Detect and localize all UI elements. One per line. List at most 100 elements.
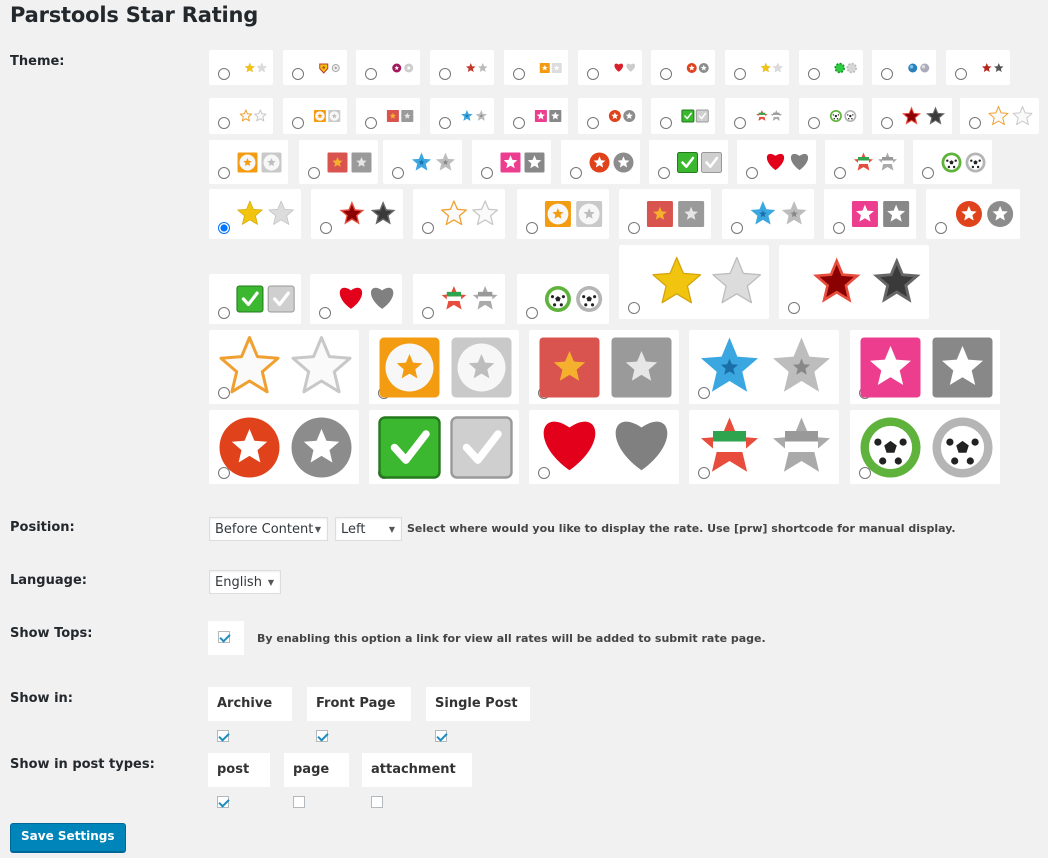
theme-option-blue-medium[interactable] [383, 140, 462, 184]
theme-option-outline-small[interactable] [209, 98, 273, 134]
theme-radio[interactable] [320, 222, 332, 234]
theme-option-ball-xxl[interactable] [850, 410, 1000, 484]
theme-radio[interactable] [422, 307, 434, 319]
theme-option-stars-yellow-large[interactable] [209, 189, 301, 239]
theme-radio[interactable] [808, 117, 820, 129]
theme-option-stars-red-tiny[interactable] [430, 50, 494, 85]
show-in-single-post[interactable]: Single Post [426, 687, 530, 742]
theme-option-circle-orange-medium[interactable] [209, 140, 288, 184]
theme-option-ball-small[interactable] [799, 98, 863, 134]
theme-option-ball-large[interactable] [517, 274, 609, 324]
theme-radio[interactable] [731, 222, 743, 234]
theme-radio[interactable] [218, 222, 230, 234]
theme-option-blue-xxl[interactable] [689, 330, 839, 404]
theme-option-flower-tiny[interactable] [356, 50, 420, 85]
theme-radio[interactable] [969, 117, 981, 129]
theme-option-iran-small[interactable] [725, 98, 789, 134]
theme-option-check-large[interactable] [209, 274, 301, 324]
theme-option-blue-large[interactable] [722, 189, 814, 239]
theme-radio[interactable] [513, 68, 525, 80]
theme-radio[interactable] [218, 307, 230, 319]
theme-radio[interactable] [292, 68, 304, 80]
theme-radio[interactable] [365, 117, 377, 129]
theme-radio[interactable] [881, 68, 893, 80]
theme-radio[interactable] [734, 117, 746, 129]
theme-radio[interactable] [658, 167, 670, 179]
theme-radio[interactable] [218, 117, 230, 129]
post-type-attachment[interactable]: attachment [362, 753, 472, 808]
theme-option-heart-medium[interactable] [737, 140, 816, 184]
show-in-checkbox[interactable] [316, 730, 328, 742]
theme-option-circle-orange-large[interactable] [517, 189, 609, 239]
save-settings-button[interactable]: Save Settings [10, 823, 126, 852]
theme-radio[interactable] [587, 117, 599, 129]
post-type-checkbox[interactable] [371, 796, 383, 808]
align-select[interactable]: Left ▼ [335, 517, 402, 541]
theme-option-outline-large[interactable] [413, 189, 505, 239]
theme-option-stars-dark-tiny[interactable] [946, 50, 1010, 85]
theme-radio[interactable] [587, 68, 599, 80]
theme-option-circle-red-small[interactable] [578, 98, 642, 134]
theme-option-pink-small[interactable] [504, 98, 568, 134]
position-select[interactable]: Before Content ▼ [209, 517, 328, 541]
theme-option-pink-large[interactable] [824, 189, 916, 239]
post-type-post[interactable]: post [208, 753, 270, 808]
theme-radio[interactable] [833, 222, 845, 234]
theme-option-circle-red-large[interactable] [926, 189, 1020, 239]
theme-option-dark-red-large[interactable] [311, 189, 403, 239]
theme-radio[interactable] [660, 68, 672, 80]
theme-option-outline-small[interactable] [960, 98, 1039, 134]
theme-radio[interactable] [628, 302, 640, 314]
theme-radio[interactable] [319, 307, 331, 319]
theme-option-check-small[interactable] [651, 98, 715, 134]
post-type-page[interactable]: page [284, 753, 349, 808]
theme-option-heart-wing-tiny[interactable] [578, 50, 642, 85]
theme-radio[interactable] [935, 222, 947, 234]
theme-radio[interactable] [218, 167, 230, 179]
theme-radio[interactable] [422, 222, 434, 234]
theme-option-circle-red-tiny[interactable] [651, 50, 715, 85]
theme-option-stars-yellow-tiny[interactable] [725, 50, 789, 85]
theme-option-dark-red-xl[interactable] [779, 245, 929, 319]
theme-option-check-medium[interactable] [649, 140, 728, 184]
theme-radio[interactable] [881, 117, 893, 129]
theme-option-check-xxl[interactable] [369, 410, 519, 484]
theme-radio[interactable] [922, 167, 934, 179]
theme-option-square-red-large[interactable] [619, 189, 711, 239]
theme-radio[interactable] [292, 117, 304, 129]
theme-option-stars-yellow-xl[interactable] [619, 245, 769, 319]
show-tops-checkbox[interactable] [218, 631, 230, 643]
theme-radio[interactable] [628, 222, 640, 234]
theme-option-circle-orange-small[interactable] [283, 98, 347, 134]
theme-option-pink-medium[interactable] [472, 140, 551, 184]
theme-option-circle-red-xxl[interactable] [209, 410, 359, 484]
theme-radio[interactable] [218, 68, 230, 80]
theme-radio[interactable] [746, 167, 758, 179]
theme-radio[interactable] [392, 167, 404, 179]
theme-option-square-red-xxl[interactable] [529, 330, 679, 404]
theme-option-dark-red-small[interactable] [872, 98, 952, 134]
theme-option-stars-yellow-tiny[interactable] [209, 50, 273, 85]
theme-option-pink-xxl[interactable] [850, 330, 1000, 404]
theme-option-iran-large[interactable] [413, 274, 505, 324]
theme-option-square-red-small[interactable] [356, 98, 420, 134]
post-type-checkbox[interactable] [217, 796, 229, 808]
theme-radio[interactable] [526, 222, 538, 234]
theme-option-circle-orange-xxl[interactable] [369, 330, 519, 404]
theme-option-heart-xxl[interactable] [529, 410, 679, 484]
theme-radio[interactable] [365, 68, 377, 80]
theme-radio[interactable] [439, 68, 451, 80]
theme-radio[interactable] [570, 167, 582, 179]
theme-radio[interactable] [481, 167, 493, 179]
theme-radio[interactable] [834, 167, 846, 179]
language-select[interactable]: English ▼ [209, 570, 281, 594]
post-type-checkbox[interactable] [293, 796, 305, 808]
theme-option-blue-small[interactable] [430, 98, 494, 134]
show-in-checkbox[interactable] [435, 730, 447, 742]
theme-option-outline-xxl[interactable] [209, 330, 359, 404]
theme-radio[interactable] [526, 307, 538, 319]
theme-option-heart-large[interactable] [310, 274, 402, 324]
theme-radio[interactable] [955, 68, 967, 80]
theme-option-ball-medium[interactable] [913, 140, 992, 184]
theme-radio[interactable] [660, 117, 672, 129]
